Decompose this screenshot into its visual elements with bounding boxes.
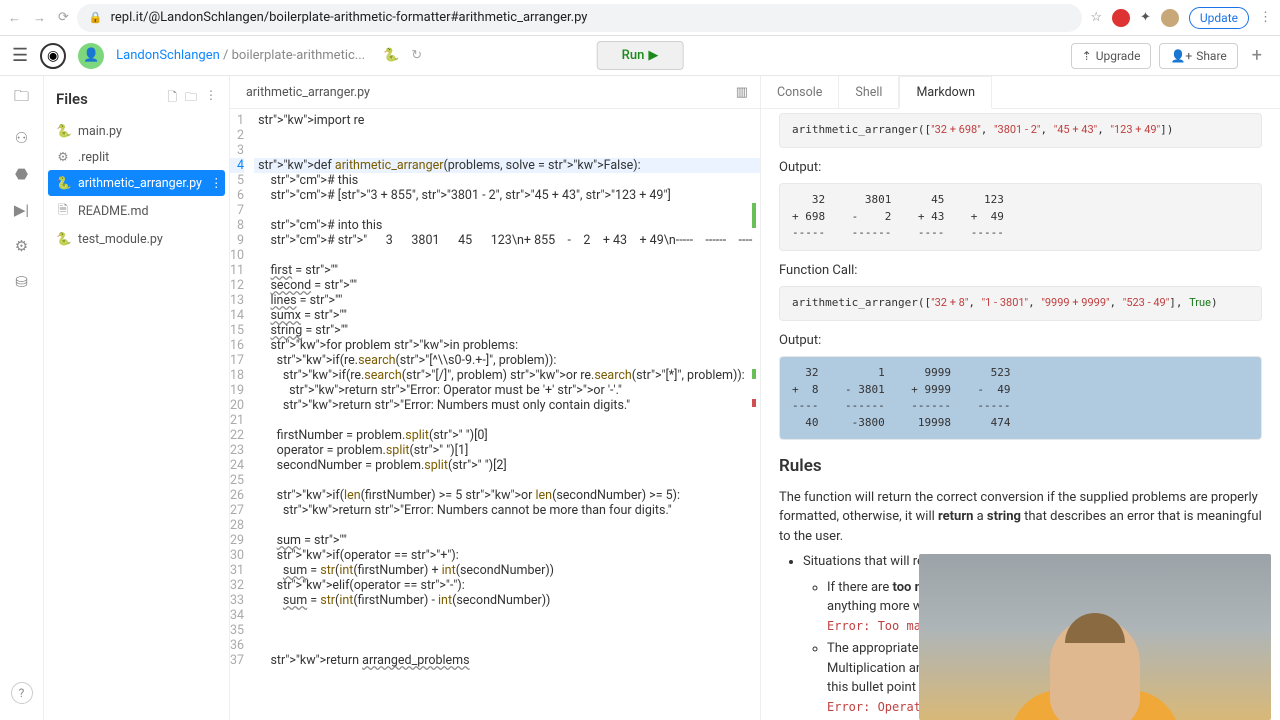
puzzle-icon[interactable]: ✦ (1140, 10, 1151, 25)
play-icon: ▶ (648, 48, 658, 63)
star-icon[interactable]: ☆ (1090, 10, 1102, 25)
files-icon[interactable]: 🗀 (14, 86, 29, 111)
file-item[interactable]: ⚙ .replit (44, 144, 229, 170)
tool-rail: 🗀 ⚇ ⬣ ▶| ⚙ ⛁ ? (0, 76, 44, 720)
vcs-icon[interactable]: ⚇ (15, 129, 28, 147)
code-block-out1: 32 3801 45 123 + 698 - 2 + 43 + 49 -----… (779, 183, 1262, 251)
file-name: arithmetic_arranger.py (78, 176, 202, 191)
files-panel: Files 🗋 🗀 ⋮ 🐍 main.py ⚙ .replit 🐍 arithmetic_… (44, 76, 230, 720)
file-item[interactable]: 🐍 test_module.py (44, 227, 229, 252)
code-block-call1: arithmetic_arranger(["32 + 698", "3801 -… (779, 113, 1262, 148)
browser-chrome: ← → ⟳ 🔒 repl.it/@LandonSchlangen/boilerp… (0, 0, 1280, 36)
browser-menu-icon[interactable]: ⋮ (1259, 10, 1272, 25)
reload-icon[interactable]: ⟳ (58, 10, 69, 25)
rules-heading: Rules (779, 454, 1262, 480)
settings-icon[interactable]: ⚙ (15, 237, 28, 255)
url-bar[interactable]: 🔒 repl.it/@LandonSchlangen/boilerplate-a… (77, 4, 1082, 32)
files-title: Files (56, 90, 88, 108)
tab-console[interactable]: Console (761, 76, 839, 108)
user-link[interactable]: LandonSchlangen (116, 48, 220, 63)
history-icon[interactable]: ↻ (411, 48, 422, 63)
extension-icon-1[interactable] (1112, 9, 1130, 27)
add-icon[interactable]: + (1246, 45, 1268, 66)
update-button[interactable]: Update (1189, 7, 1249, 29)
file-name: test_module.py (78, 232, 163, 247)
tab-markdown[interactable]: Markdown (899, 76, 992, 109)
file-item[interactable]: 🐍 arithmetic_arranger.py ⋮ (48, 170, 225, 196)
layout-icon[interactable]: ▥ (736, 85, 748, 100)
menu-icon[interactable]: ☰ (12, 45, 28, 66)
debug-icon[interactable]: ▶| (14, 201, 29, 219)
share-button[interactable]: 👤+ Share (1159, 43, 1237, 69)
profile-avatar[interactable] (1161, 9, 1179, 27)
upgrade-button[interactable]: ⇡ Upgrade (1071, 43, 1152, 69)
file-item[interactable]: 🐍 main.py (44, 119, 229, 144)
help-icon[interactable]: ? (11, 682, 33, 704)
file-menu-icon[interactable]: ⋮ (210, 175, 223, 191)
tab-shell[interactable]: Shell (839, 76, 899, 108)
file-name: .replit (78, 150, 109, 165)
file-name: README.md (78, 204, 149, 219)
python-icon: 🐍 (383, 48, 399, 63)
file-type-icon: ⚙ (56, 149, 70, 165)
files-menu-icon[interactable]: ⋮ (205, 88, 217, 109)
file-type-icon: 🐍 (56, 124, 70, 139)
output-label-2: Output: (779, 331, 1262, 351)
url-text: repl.it/@LandonSchlangen/boilerplate-ari… (111, 10, 588, 25)
file-name: main.py (78, 124, 122, 139)
forward-icon[interactable]: → (33, 10, 46, 26)
breadcrumb: LandonSchlangen / boilerplate-arithmetic… (116, 48, 365, 63)
user-avatar[interactable]: 👤 (78, 43, 104, 69)
webcam-overlay (919, 554, 1271, 720)
packages-icon[interactable]: ⬣ (15, 165, 28, 183)
project-name: boilerplate-arithmetic... (232, 48, 365, 63)
new-folder-icon[interactable]: 🗀 (185, 88, 197, 109)
file-type-icon: 🐍 (56, 232, 70, 247)
code-block-call2: arithmetic_arranger(["32 + 8", "1 - 3801… (779, 286, 1262, 321)
app-header: ☰ ◉ 👤 LandonSchlangen / boilerplate-arit… (0, 36, 1280, 76)
back-icon[interactable]: ← (8, 10, 21, 26)
run-button[interactable]: Run ▶ (597, 41, 684, 70)
replit-logo[interactable]: ◉ (40, 43, 66, 69)
code-area[interactable]: 1234567891011121314151617181920212223242… (230, 109, 760, 720)
function-call-label: Function Call: (779, 261, 1262, 281)
code-block-out2: 32 1 9999 523 + 8 - 3801 + 9999 - 49 ---… (779, 356, 1262, 440)
file-type-icon: 🐍 (56, 176, 70, 191)
file-item[interactable]: 🗎 README.md (44, 196, 229, 227)
editor-tab[interactable]: arithmetic_arranger.py (242, 77, 374, 108)
lock-icon: 🔒 (89, 11, 103, 24)
new-file-icon[interactable]: 🗋 (167, 88, 177, 109)
rules-intro: The function will return the correct con… (779, 488, 1262, 547)
file-type-icon: 🗎 (56, 201, 70, 222)
editor: arithmetic_arranger.py ▥ 123456789101112… (230, 76, 760, 720)
database-icon[interactable]: ⛁ (15, 273, 28, 291)
output-label-1: Output: (779, 158, 1262, 178)
